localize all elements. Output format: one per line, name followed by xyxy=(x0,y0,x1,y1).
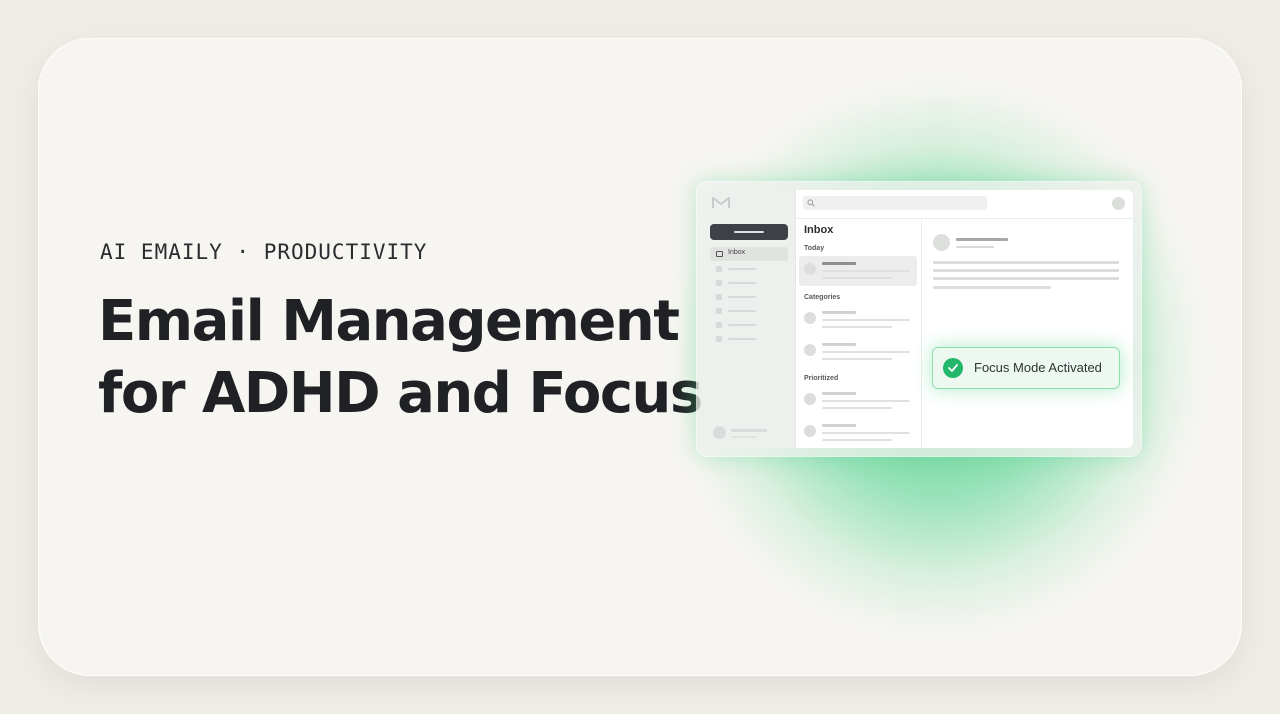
headline-line-2: for ADHD and Focus xyxy=(98,361,703,426)
mockup-sidebar: Inbox xyxy=(705,190,796,448)
sidebar-item-label: Inbox xyxy=(728,249,746,256)
section-label-categories: Categories xyxy=(804,294,841,301)
message-body-line xyxy=(933,286,1051,289)
compose-button[interactable] xyxy=(710,224,788,240)
profile-avatar[interactable] xyxy=(1112,197,1125,210)
user-avatar[interactable] xyxy=(713,426,726,439)
sender-meta-placeholder xyxy=(956,246,994,248)
eyebrow-label: AI EMAILY · PRODUCTIVITY xyxy=(100,240,428,264)
sender-avatar xyxy=(933,234,950,251)
app-mockup-window: Inbox Inbox Today Categories Prioritized xyxy=(697,182,1141,456)
toast-message: Focus Mode Activated xyxy=(974,360,1102,375)
message-body-line xyxy=(933,261,1119,264)
list-item[interactable] xyxy=(799,418,917,448)
search-input[interactable] xyxy=(803,196,987,210)
list-item[interactable] xyxy=(799,256,917,286)
mockup-topbar xyxy=(795,190,1133,219)
list-item[interactable] xyxy=(799,386,917,416)
sender-name-placeholder xyxy=(956,238,1008,241)
list-item[interactable] xyxy=(799,337,917,367)
sidebar-item[interactable] xyxy=(716,265,786,273)
section-label-today: Today xyxy=(804,245,825,252)
list-item[interactable] xyxy=(799,305,917,335)
inbox-icon xyxy=(716,251,723,257)
reading-pane xyxy=(921,218,1133,448)
focus-mode-toast: Focus Mode Activated xyxy=(932,347,1120,389)
app-mockup-content: Inbox Inbox Today Categories Prioritized xyxy=(705,190,1133,448)
headline-line-1: Email Management xyxy=(98,289,680,354)
sidebar-item[interactable] xyxy=(716,335,786,343)
search-icon xyxy=(807,199,815,207)
sidebar-item[interactable] xyxy=(716,279,786,287)
list-title: Inbox xyxy=(804,224,834,236)
message-body-line xyxy=(933,277,1119,280)
sidebar-item[interactable] xyxy=(716,321,786,329)
mail-logo-icon xyxy=(712,197,730,208)
message-list: Inbox Today Categories Prioritized xyxy=(795,218,922,448)
message-body-line xyxy=(933,269,1119,272)
sidebar-item[interactable] xyxy=(716,293,786,301)
section-label-prioritized: Prioritized xyxy=(804,375,839,382)
headline: Email Management for ADHD and Focus xyxy=(98,286,703,430)
sidebar-item-inbox[interactable]: Inbox xyxy=(710,247,788,261)
sidebar-item[interactable] xyxy=(716,307,786,315)
user-name-placeholder xyxy=(731,429,767,432)
check-circle-icon xyxy=(943,358,963,378)
user-email-placeholder xyxy=(731,436,757,438)
